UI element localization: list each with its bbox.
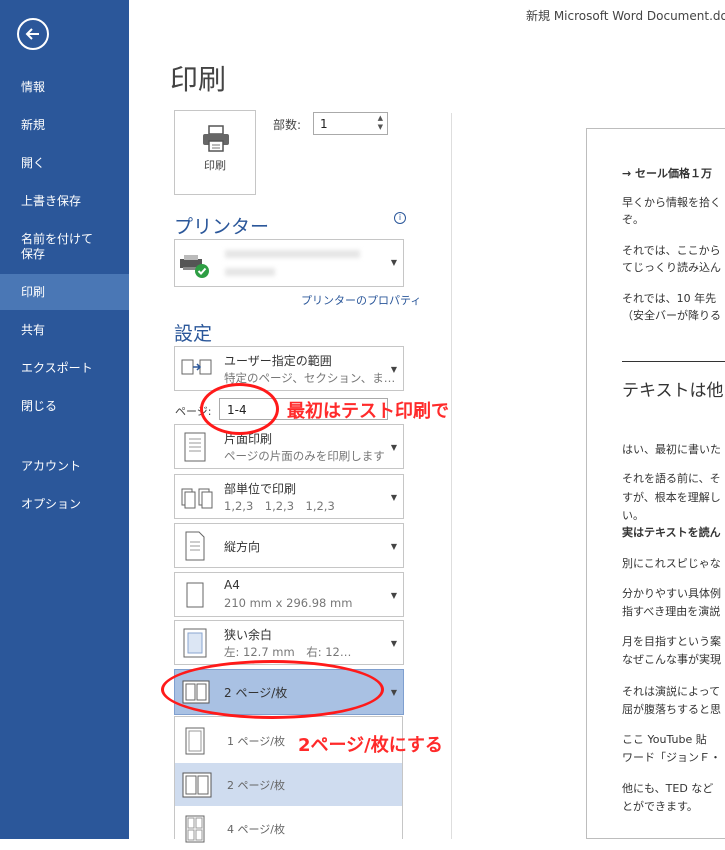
preview-line: 分かりやすい具体例 xyxy=(622,587,721,600)
collate-title: 部単位で印刷 xyxy=(224,482,297,496)
copies-label: 部数: xyxy=(273,118,302,132)
info-icon[interactable]: i xyxy=(394,212,406,224)
paper-size-icon xyxy=(186,582,204,608)
divider xyxy=(451,113,452,839)
preview-line: 実はテキストを読ん xyxy=(622,526,721,539)
range-title: ユーザー指定の範囲 xyxy=(224,354,332,368)
preview-line: → セール価格１万 xyxy=(622,167,713,180)
preview-line: それでは、ここから xyxy=(622,244,721,257)
paper-title: A4 xyxy=(224,578,240,592)
nav-new[interactable]: 新規 xyxy=(0,118,129,133)
margins-icon xyxy=(183,628,207,658)
dropdown-arrow-icon: ▼ xyxy=(390,688,397,697)
dropdown-arrow-icon: ▼ xyxy=(390,591,397,600)
annotation-oval-pages xyxy=(200,383,279,435)
annotation-oval-pages-per-sheet xyxy=(161,660,384,719)
margins-subtitle: 左: 12.7 mm 右: 12… xyxy=(224,645,352,659)
orientation-title: 縦方向 xyxy=(224,540,261,554)
nav-export[interactable]: エクスポート xyxy=(0,361,129,376)
sides-select[interactable]: 片面印刷 ページの片面のみを印刷します ▼ xyxy=(174,424,404,469)
preview-line: なぜこんな事が実現 xyxy=(622,653,721,666)
preview-line: てじっくり読み込ん xyxy=(622,261,721,274)
back-arrow-icon xyxy=(25,28,39,40)
paper-size-select[interactable]: A4 210 mm x 296.98 mm ▼ xyxy=(174,572,404,617)
printer-icon xyxy=(203,125,229,152)
option-4-pages[interactable]: 4 ページ/枚 xyxy=(175,807,402,850)
dropdown-arrow-icon: ▼ xyxy=(390,493,397,502)
collated-icon xyxy=(181,488,213,509)
nav-save[interactable]: 上書き保存 xyxy=(0,194,129,209)
custom-range-icon xyxy=(181,359,212,375)
nav-share[interactable]: 共有 xyxy=(0,323,129,338)
preview-line: 早くから情報を拾く xyxy=(622,196,721,209)
dropdown-arrow-icon: ▼ xyxy=(390,365,397,374)
margins-title: 狭い余白 xyxy=(224,628,273,642)
option-label: 4 ページ/枚 xyxy=(227,823,285,836)
portrait-icon xyxy=(185,531,205,561)
annotation-test-print: 最初はテスト印刷で xyxy=(287,401,449,422)
window-title: 新規 Microsoft Word Document.do xyxy=(526,9,725,23)
dropdown-arrow-icon: ▼ xyxy=(390,542,397,551)
preview-line: （安全バーが降りる xyxy=(622,309,721,322)
annotation-two-per-sheet: 2ページ/枚にする xyxy=(298,735,443,756)
option-label: 2 ページ/枚 xyxy=(227,779,285,792)
print-button-label: 印刷 xyxy=(204,159,226,172)
four-pages-icon xyxy=(185,815,205,843)
nav-info[interactable]: 情報 xyxy=(0,80,129,95)
preview-heading: テキストは他 xyxy=(622,381,724,401)
collate-subtitle: 1,2,3 1,2,3 1,2,3 xyxy=(224,499,335,513)
preview-line: それでは、10 年先 xyxy=(622,292,717,305)
printer-heading: プリンター xyxy=(174,216,270,238)
blurred-printer-name xyxy=(225,250,360,258)
printer-properties-link[interactable]: プリンターのプロパティ xyxy=(301,292,421,308)
printer-select[interactable]: ▼ xyxy=(174,239,404,287)
copies-value: 1 xyxy=(320,117,328,131)
margins-select[interactable]: 狭い余白 左: 12.7 mm 右: 12… ▼ xyxy=(174,620,404,665)
preview-line: すが、根本を理解し xyxy=(622,491,721,504)
dropdown-arrow-icon: ▼ xyxy=(390,258,397,267)
preview-line: それを語る前に、そ xyxy=(622,472,721,485)
page-title: 印刷 xyxy=(170,63,227,96)
copies-stepper[interactable]: 1 ▲ ▼ xyxy=(313,112,388,135)
collate-select[interactable]: 部単位で印刷 1,2,3 1,2,3 1,2,3 ▼ xyxy=(174,474,404,519)
orientation-select[interactable]: 縦方向 ▼ xyxy=(174,523,404,568)
nav-account[interactable]: アカウント xyxy=(0,459,129,474)
preview-line: 他にも、TED など xyxy=(622,782,714,795)
print-range-select[interactable]: ユーザー指定の範囲 特定のページ、セクション、ま… ▼ xyxy=(174,346,404,391)
spin-arrows-icon[interactable]: ▲ ▼ xyxy=(378,114,383,132)
nav-close[interactable]: 閉じる xyxy=(0,399,129,414)
settings-heading: 設定 xyxy=(174,323,213,345)
nav-save-as[interactable]: 名前を付けて 保存 xyxy=(0,232,129,262)
blurred-printer-status xyxy=(225,268,275,276)
dropdown-arrow-icon: ▼ xyxy=(390,443,397,452)
preview-rule xyxy=(622,361,725,362)
preview-line: ワード「ジョンＦ・ xyxy=(622,751,721,764)
option-label: 1 ページ/枚 xyxy=(227,735,285,748)
preview-line: ここ YouTube 貼 xyxy=(622,733,707,746)
preview-line: 月を目指すという案 xyxy=(622,635,721,648)
preview-line: ぞ。 xyxy=(622,213,644,226)
preview-line: 屈が腹落ちすると思 xyxy=(622,703,721,716)
preview-line: 別にこれスピじゃな xyxy=(622,557,721,570)
preview-line: それは演説によって xyxy=(622,685,721,698)
sides-subtitle: ページの片面のみを印刷します xyxy=(224,449,385,463)
nav-options[interactable]: オプション xyxy=(0,497,129,512)
preview-line: はい、最初に書いた xyxy=(622,443,721,456)
two-pages-icon xyxy=(182,772,212,798)
preview-line: とができます。 xyxy=(622,800,698,813)
dropdown-arrow-icon: ▼ xyxy=(390,639,397,648)
nav-open[interactable]: 開く xyxy=(0,156,129,171)
one-sided-icon xyxy=(184,432,206,462)
preview-line: い。 xyxy=(622,509,644,522)
print-button[interactable]: 印刷 xyxy=(174,110,256,195)
nav-print[interactable]: 印刷 xyxy=(0,274,129,310)
preview-line: 指すべき理由を演説 xyxy=(622,605,721,618)
print-preview[interactable]: → セール価格１万 早くから情報を拾く ぞ。 それでは、ここから てじっくり読み… xyxy=(586,128,725,839)
back-button[interactable] xyxy=(17,18,49,50)
backstage-nav: 情報 新規 開く 上書き保存 名前を付けて 保存 印刷 共有 エクスポート 閉じ… xyxy=(0,0,129,839)
printer-status-icon xyxy=(180,255,209,278)
paper-subtitle: 210 mm x 296.98 mm xyxy=(224,596,353,610)
one-page-icon xyxy=(185,727,205,755)
option-2-pages[interactable]: 2 ページ/枚 xyxy=(175,763,402,806)
